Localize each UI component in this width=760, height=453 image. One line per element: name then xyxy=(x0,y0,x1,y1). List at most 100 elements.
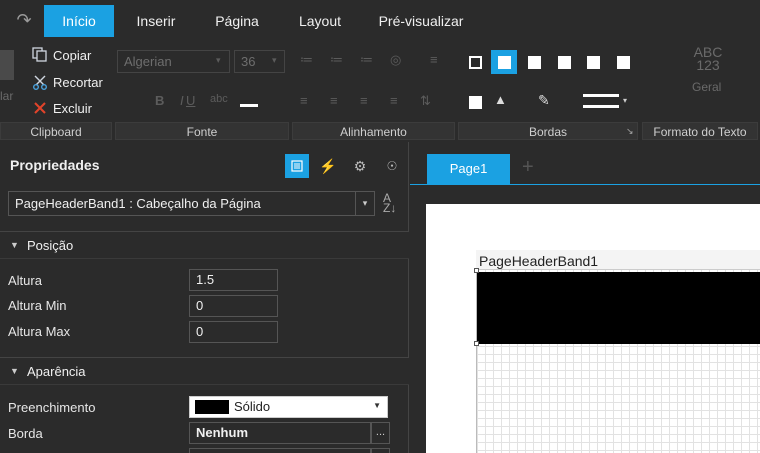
border-value[interactable]: Nenhum xyxy=(189,422,371,444)
paste-label: lar xyxy=(0,89,14,103)
tab-inserir[interactable]: Inserir xyxy=(124,5,188,37)
band-header-label[interactable]: PageHeaderBand1 xyxy=(476,250,760,270)
pen-icon[interactable]: ✎ xyxy=(538,92,550,109)
border-all-icon xyxy=(468,55,482,69)
delete-button[interactable]: Excluir xyxy=(32,98,92,118)
fill-label: Preenchimento xyxy=(8,400,96,415)
number-format-label: Geral xyxy=(692,80,722,94)
fill-color-button[interactable] xyxy=(462,90,488,114)
tab-underline xyxy=(410,184,760,185)
cut-label: Recortar xyxy=(53,74,103,90)
line-spacing-icon[interactable]: ⇅ xyxy=(420,93,431,109)
tab-inicio[interactable]: Início xyxy=(44,5,114,37)
close-icon xyxy=(34,102,46,114)
number-format-preview[interactable]: ABC 123 xyxy=(688,45,728,73)
add-page-icon[interactable]: + xyxy=(522,156,534,179)
rotate-icon[interactable]: ◎ xyxy=(390,52,401,68)
border-all-button[interactable] xyxy=(462,50,488,74)
lightning-icon: ⚡ xyxy=(319,157,337,174)
justify-icon[interactable]: ≡ xyxy=(390,93,398,108)
page-header-band[interactable] xyxy=(477,272,760,344)
tab-pagina[interactable]: Página xyxy=(203,5,271,37)
min-height-label: Altura Min xyxy=(8,298,67,313)
min-height-input[interactable]: 0 xyxy=(189,295,278,317)
chevron-down-icon[interactable]: ▾ xyxy=(355,192,374,215)
group-label-bordas: Bordas xyxy=(458,122,638,140)
bold-icon[interactable]: B xyxy=(155,93,164,108)
tab-page1[interactable]: Page1 xyxy=(427,154,510,184)
border-left-icon xyxy=(527,55,541,69)
border-bottom-icon xyxy=(616,55,630,69)
events-button[interactable]: ⚡ xyxy=(316,154,340,178)
sort-az-icon[interactable]: A Z↓ xyxy=(383,192,396,214)
resize-handle[interactable] xyxy=(474,341,479,346)
border-outside-button[interactable] xyxy=(491,50,517,74)
section-posicao-label: Posição xyxy=(27,238,74,253)
resize-handle[interactable] xyxy=(474,268,479,273)
chevron-down-icon: ▾ xyxy=(216,55,221,65)
max-height-label: Altura Max xyxy=(8,324,71,339)
redo-icon[interactable]: ↷ xyxy=(14,10,34,30)
chevron-down-icon: ▼ xyxy=(373,401,381,410)
report-designer-app: ↷ Início Inserir Página Layout Pré-visua… xyxy=(0,0,760,453)
height-input[interactable]: 1.5 xyxy=(189,269,278,291)
chevron-down-icon: ▼ xyxy=(10,366,19,376)
font-color-icon[interactable] xyxy=(240,104,258,107)
scissors-icon xyxy=(33,75,47,90)
tab-layout[interactable]: Layout xyxy=(288,5,352,37)
list-icon xyxy=(291,160,303,172)
next-property-input[interactable] xyxy=(189,448,371,453)
border-outside-icon xyxy=(497,55,511,69)
paste-icon[interactable] xyxy=(0,50,14,80)
properties-view-button[interactable] xyxy=(285,154,309,178)
border-top-icon xyxy=(557,55,571,69)
expand-icon[interactable]: ↘ xyxy=(626,126,634,137)
section-aparencia[interactable]: ▼ Aparência xyxy=(0,357,409,385)
align-bottom-icon[interactable]: ≔ xyxy=(360,52,373,68)
cut-button[interactable]: Recortar xyxy=(32,72,103,92)
underline-icon[interactable]: U xyxy=(186,93,195,108)
format-preview-line2: 123 xyxy=(696,57,720,73)
next-property-button[interactable] xyxy=(371,448,390,453)
max-height-input[interactable]: 0 xyxy=(189,321,278,343)
border-label: Borda xyxy=(8,426,43,441)
properties-title: Propriedades xyxy=(10,157,100,173)
section-aparencia-label: Aparência xyxy=(27,364,86,379)
align-center-icon[interactable]: ≡ xyxy=(330,93,338,108)
align-left-icon[interactable]: ≡ xyxy=(300,93,308,108)
object-select[interactable]: PageHeaderBand1 : Cabeçalho da Página xyxy=(8,191,375,216)
copy-icon xyxy=(32,47,47,62)
settings-button[interactable]: ⚙ xyxy=(348,154,372,178)
border-bottom-button[interactable] xyxy=(610,50,636,74)
gear-icon: ⚙ xyxy=(353,157,367,174)
font-family-select[interactable]: Algerian xyxy=(117,50,230,73)
pin-button[interactable]: ☉ xyxy=(380,154,404,178)
border-edit-button[interactable]: ... xyxy=(371,422,390,444)
chevron-down-icon: ▼ xyxy=(10,240,19,250)
fill-color-swatch xyxy=(195,400,229,414)
pin-icon: ☉ xyxy=(386,159,398,173)
align-middle-icon[interactable]: ≔ xyxy=(330,52,343,68)
group-label-formato: Formato do Texto xyxy=(642,122,758,140)
align-top-icon[interactable]: ≔ xyxy=(300,52,313,68)
border-left-button[interactable] xyxy=(521,50,547,74)
chevron-down-icon: ▾ xyxy=(623,96,628,105)
align-right-icon[interactable]: ≡ xyxy=(360,93,368,108)
fill-select[interactable]: Sólido ▼ xyxy=(189,396,388,418)
section-posicao[interactable]: ▼ Posição xyxy=(0,231,409,259)
border-top-button[interactable] xyxy=(551,50,577,74)
tab-pre-visualizar[interactable]: Pré-visualizar xyxy=(370,5,472,37)
chevron-down-icon: ▾ xyxy=(272,55,277,65)
strikethrough-icon[interactable]: abc xyxy=(210,93,228,105)
font-size-select[interactable]: 36 xyxy=(234,50,285,73)
paint-bucket-icon[interactable]: ▲ xyxy=(494,92,507,107)
border-right-button[interactable] xyxy=(580,50,606,74)
border-style-icon[interactable] xyxy=(583,94,619,108)
text-wrap-icon[interactable]: ≡ xyxy=(430,52,438,67)
fill-value: Sólido xyxy=(234,399,271,414)
fill-color-icon xyxy=(468,95,482,109)
border-right-icon xyxy=(586,55,600,69)
italic-icon[interactable]: I xyxy=(180,93,184,108)
copy-button[interactable]: Copiar xyxy=(32,45,91,65)
height-label: Altura xyxy=(8,273,42,288)
